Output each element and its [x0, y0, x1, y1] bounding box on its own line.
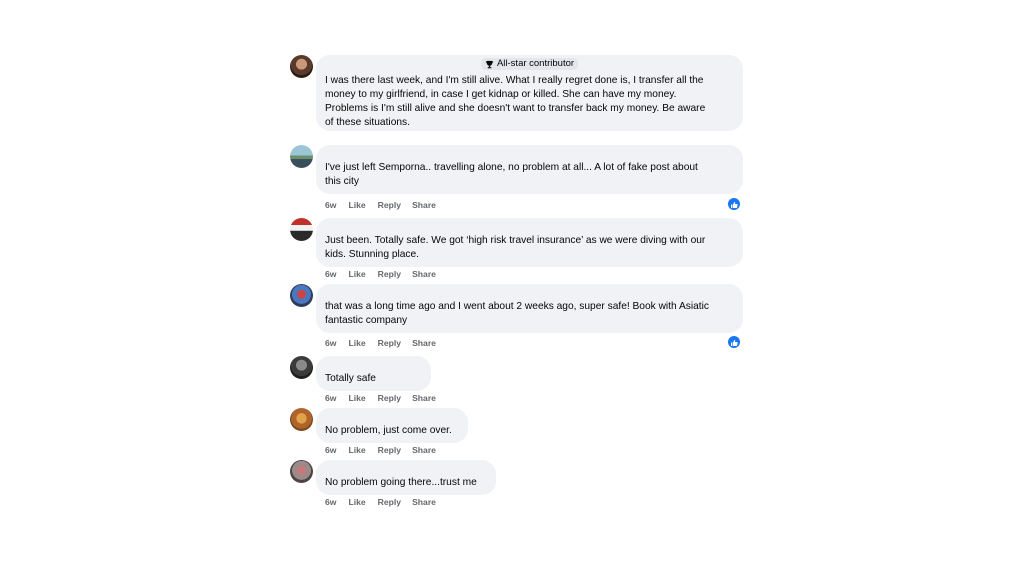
- like-link[interactable]: Like: [348, 497, 365, 508]
- avatar[interactable]: [290, 218, 313, 241]
- share-link[interactable]: Share: [412, 393, 436, 404]
- comment-text: I was there last week, and I'm still ali…: [325, 74, 706, 128]
- share-link[interactable]: Share: [412, 338, 436, 349]
- avatar[interactable]: [290, 356, 313, 379]
- comment-time[interactable]: 6w: [325, 269, 336, 280]
- reply-link[interactable]: Reply: [378, 497, 401, 508]
- comment-actions: 6w Like Reply Share: [325, 269, 436, 280]
- comment-actions: 6w Like Reply Share: [325, 445, 436, 456]
- like-link[interactable]: Like: [348, 393, 365, 404]
- avatar[interactable]: [290, 408, 313, 431]
- like-link[interactable]: Like: [348, 338, 365, 349]
- comment-text: Totally safe: [325, 373, 376, 384]
- comment-time[interactable]: 6w: [325, 497, 336, 508]
- all-star-badge: All-star contributor: [325, 58, 734, 73]
- badge-label: All-star contributor: [496, 58, 575, 69]
- comment-text: No problem going there...trust me: [325, 477, 477, 488]
- avatar[interactable]: [290, 460, 313, 483]
- reply-link[interactable]: Reply: [378, 338, 401, 349]
- trophy-icon: [485, 60, 494, 68]
- reply-link[interactable]: Reply: [378, 393, 401, 404]
- comment-actions: 6w Like Reply Share: [325, 393, 436, 404]
- like-link[interactable]: Like: [348, 200, 365, 211]
- comment-time[interactable]: 6w: [325, 445, 336, 456]
- avatar[interactable]: [290, 284, 313, 307]
- like-reaction-icon[interactable]: [728, 198, 740, 210]
- comment-bubble: I've just left Semporna.. travelling alo…: [316, 145, 743, 194]
- comment-bubble: Totally safe: [316, 356, 431, 391]
- comment-time[interactable]: 6w: [325, 338, 336, 349]
- share-link[interactable]: Share: [412, 200, 436, 211]
- comment-bubble: that was a long time ago and I went abou…: [316, 284, 743, 333]
- avatar[interactable]: [290, 145, 313, 168]
- share-link[interactable]: Share: [412, 269, 436, 280]
- like-link[interactable]: Like: [348, 269, 365, 280]
- comment-bubble: No problem going there...trust me: [316, 460, 496, 495]
- comment-text: Just been. Totally safe. We got ‘high ri…: [325, 235, 706, 260]
- reply-link[interactable]: Reply: [378, 200, 401, 211]
- comment-text: No problem, just come over.: [325, 425, 452, 436]
- share-link[interactable]: Share: [412, 497, 436, 508]
- comment-time[interactable]: 6w: [325, 393, 336, 404]
- comment-time[interactable]: 6w: [325, 200, 336, 211]
- comment-text: I've just left Semporna.. travelling alo…: [325, 162, 698, 187]
- avatar[interactable]: [290, 55, 313, 78]
- comment-text: that was a long time ago and I went abou…: [325, 301, 709, 326]
- comment-actions: 6w Like Reply Share: [325, 200, 436, 211]
- share-link[interactable]: Share: [412, 445, 436, 456]
- reply-link[interactable]: Reply: [378, 269, 401, 280]
- like-link[interactable]: Like: [348, 445, 365, 456]
- comment-bubble: Just been. Totally safe. We got ‘high ri…: [316, 218, 743, 267]
- comment-bubble: No problem, just come over.: [316, 408, 468, 443]
- like-reaction-icon[interactable]: [728, 336, 740, 348]
- comment-bubble: All-star contributor I was there last we…: [316, 55, 743, 131]
- reply-link[interactable]: Reply: [378, 445, 401, 456]
- comment-actions: 6w Like Reply Share: [325, 338, 436, 349]
- comment-actions: 6w Like Reply Share: [325, 497, 436, 508]
